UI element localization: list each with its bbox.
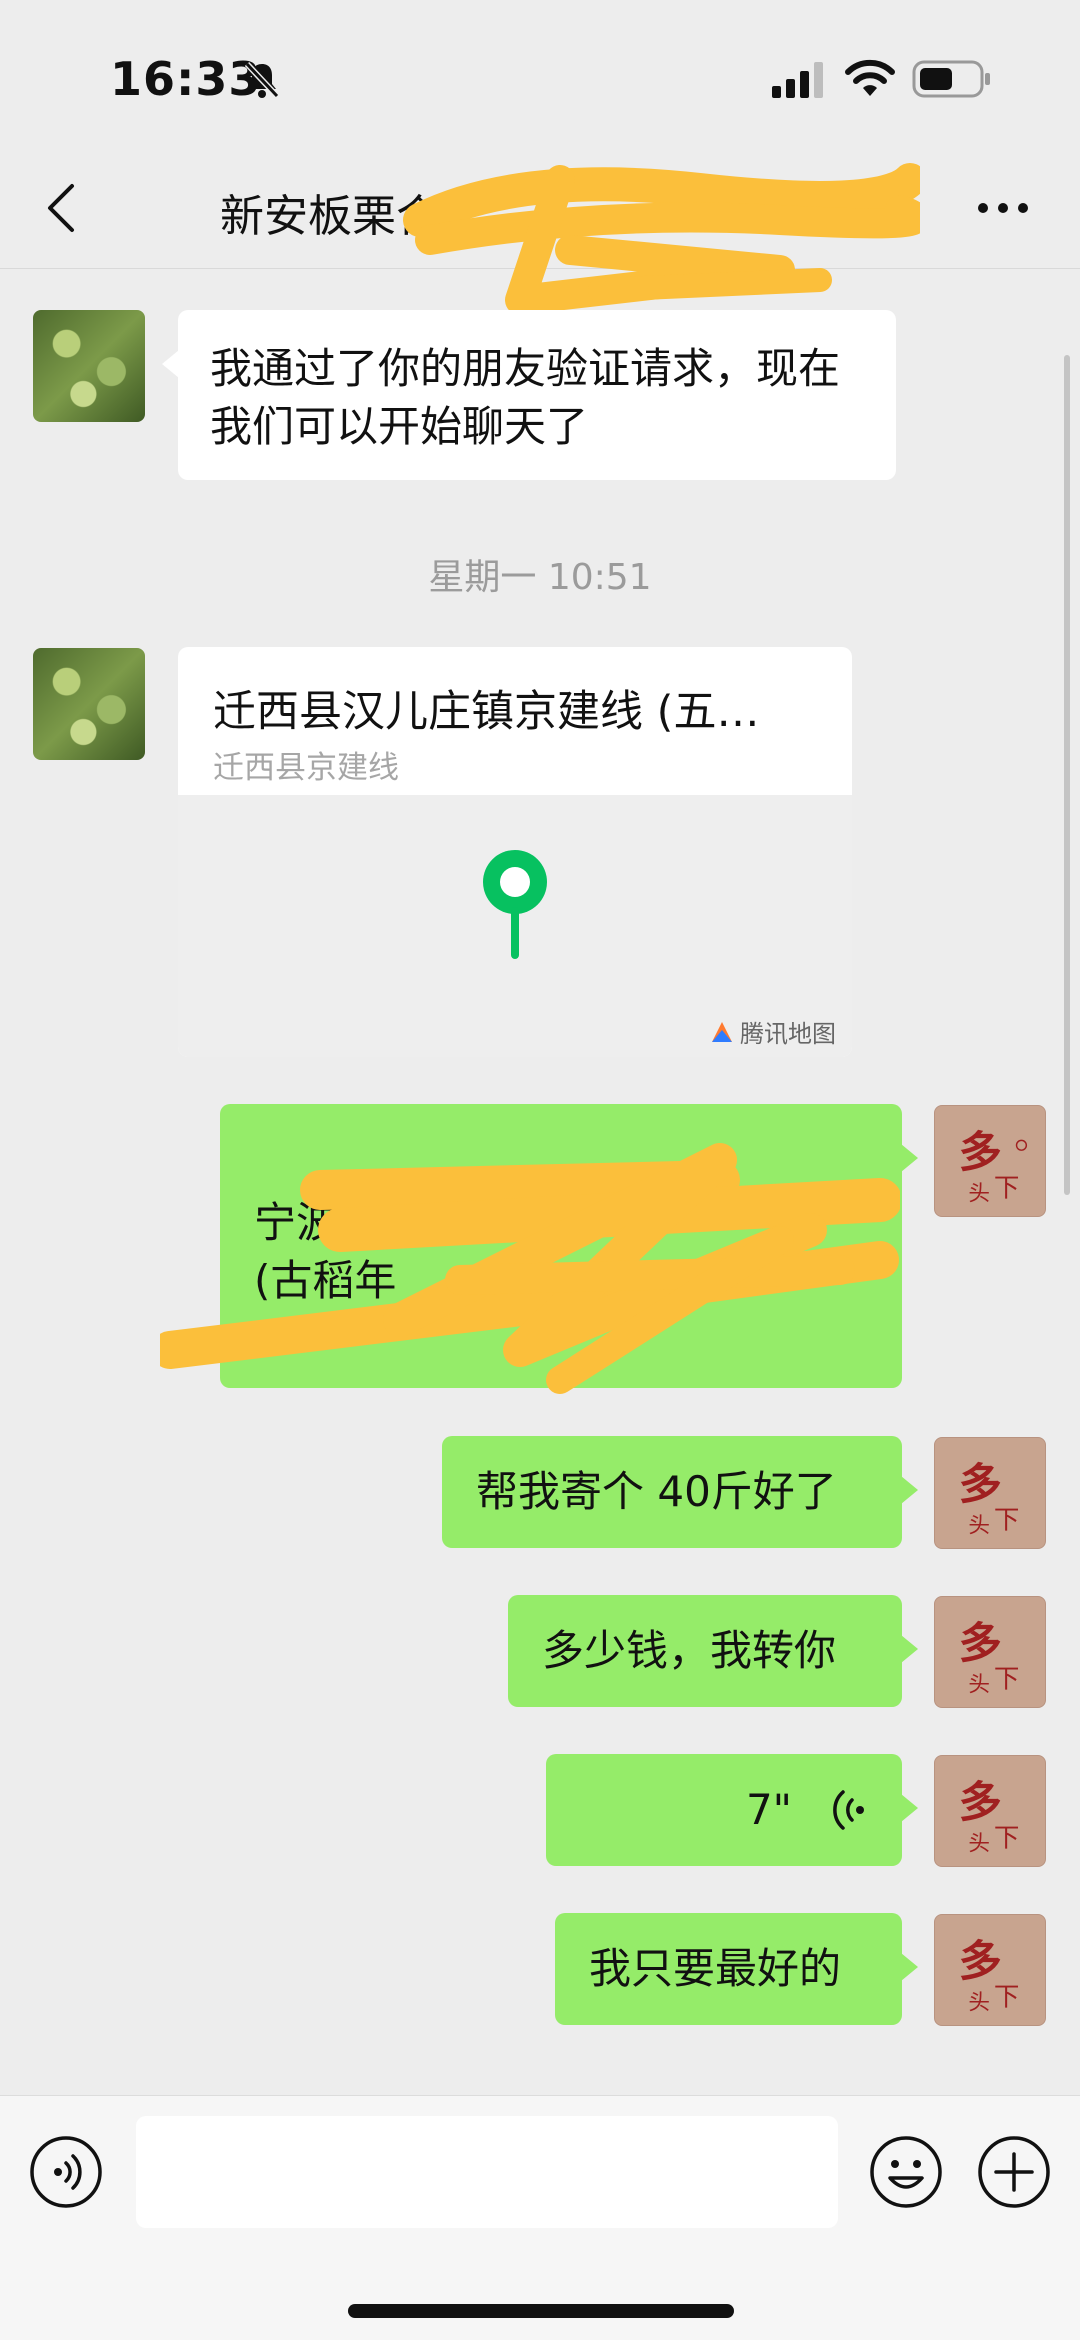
- message-text: 多少钱，我转你: [542, 1626, 837, 1675]
- status-time: 16:33: [110, 52, 262, 106]
- wifi-icon: [845, 59, 895, 96]
- chat-scrollbar[interactable]: [1064, 355, 1070, 1195]
- plus-icon[interactable]: [976, 2134, 1052, 2210]
- incoming-message[interactable]: 我通过了你的朋友验证请求，现在我们可以开始聊天了: [162, 310, 896, 480]
- address-line-1: 宁波市: [254, 1198, 381, 1247]
- svg-text:头: 头: [968, 1672, 990, 1697]
- location-card[interactable]: 迁西县汉儿庄镇京建线 (五… 迁西县京建线 腾讯地图: [178, 647, 852, 1057]
- tencent-map-icon: [712, 1021, 732, 1042]
- back-icon[interactable]: [40, 180, 80, 236]
- contact-avatar[interactable]: [33, 310, 145, 422]
- address-line-2: (古稻年: [254, 1256, 397, 1305]
- svg-text:下: 下: [994, 1173, 1020, 1203]
- voice-message[interactable]: 7": [546, 1754, 918, 1866]
- location-title: 迁西县汉儿庄镇京建线 (五…: [213, 687, 760, 737]
- status-bar: 16:33: [0, 0, 1080, 150]
- brand-logo-icon: 多 下 头: [959, 1459, 1020, 1538]
- outgoing-message[interactable]: 宁波市 (古稻年: [220, 1104, 918, 1388]
- svg-text:多: 多: [959, 1936, 1002, 1987]
- brand-logo-icon: 多 下 头: [959, 1936, 1020, 2015]
- location-pin-icon: [483, 850, 547, 959]
- message-text: 帮我寄个 40斤好了: [476, 1467, 837, 1516]
- chat-header: 新安板栗合: [0, 150, 1080, 269]
- svg-text:头: 头: [968, 1181, 990, 1206]
- signal-icon: [772, 62, 823, 98]
- my-avatar[interactable]: 多 下 头: [934, 1596, 1046, 1708]
- home-indicator[interactable]: [348, 2304, 734, 2318]
- svg-text:头: 头: [968, 1513, 990, 1538]
- my-avatar[interactable]: 多 下 头: [934, 1105, 1046, 1217]
- svg-text:下: 下: [994, 1982, 1020, 2012]
- svg-text:多: 多: [959, 1127, 1002, 1178]
- brand-logo-icon: 多 下 头: [959, 1127, 1028, 1206]
- chat-title: 新安板栗合: [220, 191, 440, 242]
- mute-icon: [244, 61, 280, 99]
- map-brand: 腾讯地图: [708, 1014, 836, 1049]
- outgoing-message[interactable]: 多少钱，我转你: [508, 1595, 918, 1707]
- message-text: 我通过了你的朋友验证请求，现在我们可以开始聊天了: [210, 344, 841, 451]
- message-timestamp: 星期一 10:51: [428, 557, 652, 598]
- voice-duration: 7": [745, 1785, 792, 1834]
- map-brand-label: 腾讯地图: [740, 1020, 836, 1048]
- contact-avatar[interactable]: [33, 648, 145, 760]
- svg-text:头: 头: [968, 1990, 990, 2015]
- voice-wave-icon: [833, 1790, 864, 1830]
- location-map[interactable]: 腾讯地图: [178, 795, 852, 1057]
- voice-input-icon[interactable]: [28, 2134, 104, 2210]
- svg-text:下: 下: [994, 1505, 1020, 1535]
- svg-text:下: 下: [994, 1823, 1020, 1853]
- message-text: 我只要最好的: [589, 1944, 842, 1993]
- svg-text:下: 下: [994, 1664, 1020, 1694]
- location-subtitle: 迁西县京建线: [213, 750, 399, 786]
- svg-text:多: 多: [959, 1777, 1002, 1828]
- svg-text:多: 多: [959, 1459, 1002, 1510]
- svg-text:头: 头: [968, 1831, 990, 1856]
- my-avatar[interactable]: 多 下 头: [934, 1437, 1046, 1549]
- svg-text:多: 多: [959, 1618, 1002, 1669]
- brand-logo-icon: 多 下 头: [959, 1618, 1020, 1697]
- emoji-icon[interactable]: [868, 2134, 944, 2210]
- my-avatar[interactable]: 多 下 头: [934, 1755, 1046, 1867]
- outgoing-message[interactable]: 帮我寄个 40斤好了: [442, 1436, 918, 1548]
- my-avatar[interactable]: 多 下 头: [934, 1914, 1046, 2026]
- message-input[interactable]: [136, 2116, 838, 2228]
- outgoing-message[interactable]: 我只要最好的: [555, 1913, 918, 2025]
- more-icon[interactable]: [975, 198, 1031, 218]
- battery-icon: [912, 60, 990, 98]
- brand-logo-icon: 多 下 头: [959, 1777, 1020, 1856]
